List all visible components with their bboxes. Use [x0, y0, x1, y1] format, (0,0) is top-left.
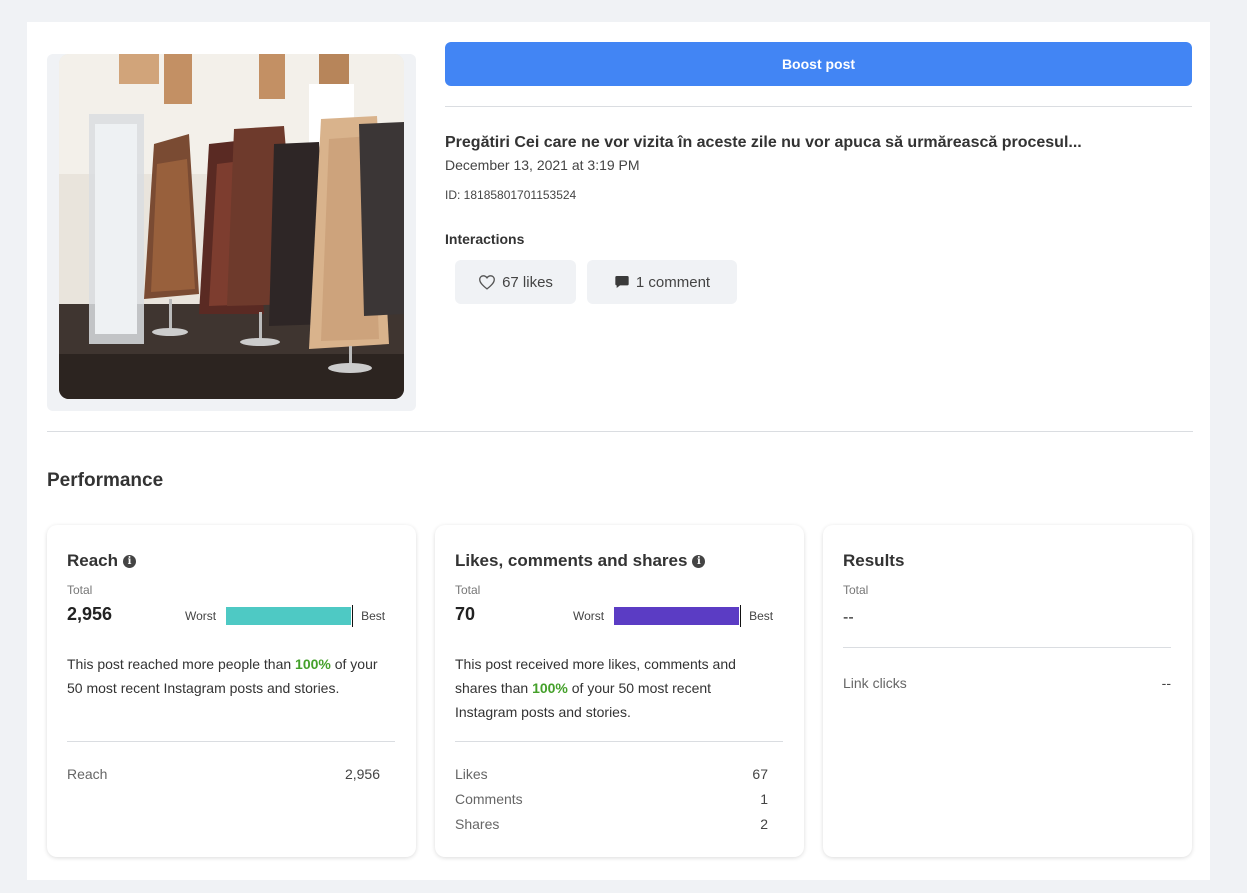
engagement-total-value: 70: [455, 604, 476, 624]
interactions-heading: Interactions: [445, 231, 525, 247]
likes-row: Likes 67: [455, 766, 768, 782]
shares-row: Shares 2: [455, 816, 768, 832]
scale-best-label: Best: [749, 609, 774, 623]
info-icon[interactable]: i: [123, 554, 137, 568]
scale-worst-label: Worst: [573, 609, 605, 623]
engagement-description: This post received more likes, comments …: [455, 656, 736, 720]
reach-row: Reach 2,956: [67, 766, 380, 782]
post-media-container: [47, 54, 416, 411]
likes-chip[interactable]: 67 likes: [455, 260, 576, 304]
post-id: ID: 18185801701153524: [445, 188, 577, 202]
post-insights-panel: Boost post Pregătiri Cei care ne vor viz…: [27, 22, 1210, 880]
scale-track: [614, 605, 742, 627]
results-card: Results Total -- Link clicks --: [823, 525, 1192, 857]
divider: [455, 741, 783, 742]
engagement-percentile-bar: [614, 607, 740, 625]
scale-worst-label: Worst: [185, 609, 217, 623]
results-total-label: Total: [843, 583, 869, 597]
reach-card: Reach i Total 2,956 Worst Best This post…: [47, 525, 416, 857]
divider: [67, 741, 395, 742]
performance-heading: Performance: [47, 470, 164, 491]
reach-percentile-scale: Worst Best: [185, 605, 385, 627]
reach-card-title: Reach i: [67, 551, 137, 571]
scale-best-label: Best: [361, 609, 386, 623]
comments-chip[interactable]: 1 comment: [587, 260, 737, 304]
divider: [843, 647, 1171, 648]
likes-count: 67 likes: [502, 273, 553, 291]
scale-track: [226, 605, 354, 627]
divider: [445, 106, 1192, 107]
comment-count: 1 comment: [635, 273, 711, 291]
reach-total-value: 2,956: [67, 604, 113, 624]
post-title[interactable]: Pregătiri Cei care ne vor vizita în aces…: [445, 134, 1185, 152]
engagement-total-label: Total: [455, 583, 481, 597]
reach-title-text: Reach: [67, 551, 119, 570]
divider: [47, 431, 1193, 432]
engagement-card: Likes, comments and shares i Total 70 Wo…: [435, 525, 804, 857]
reach-description: This post reached more people than 100% …: [67, 656, 378, 696]
post-thumbnail-image[interactable]: [59, 54, 404, 399]
scale-best-marker: [740, 605, 742, 627]
reach-percentile-bar: [226, 607, 352, 625]
results-total-value: --: [843, 609, 854, 626]
engagement-percentile-scale: Worst Best: [573, 605, 773, 627]
engagement-title-text: Likes, comments and shares: [455, 551, 688, 570]
results-title-text: Results: [843, 551, 905, 570]
engagement-card-title: Likes, comments and shares i: [455, 551, 706, 571]
comment-bubble-icon: [614, 274, 630, 290]
scale-best-marker: [352, 605, 354, 627]
info-icon[interactable]: i: [692, 554, 706, 568]
results-card-title: Results: [843, 551, 904, 571]
heart-icon: [478, 274, 496, 290]
comments-row: Comments 1: [455, 791, 768, 807]
link-clicks-row: Link clicks --: [843, 675, 1171, 691]
boost-post-button[interactable]: Boost post: [445, 42, 1192, 86]
post-date: December 13, 2021 at 3:19 PM: [445, 157, 640, 173]
reach-total-label: Total: [67, 583, 93, 597]
